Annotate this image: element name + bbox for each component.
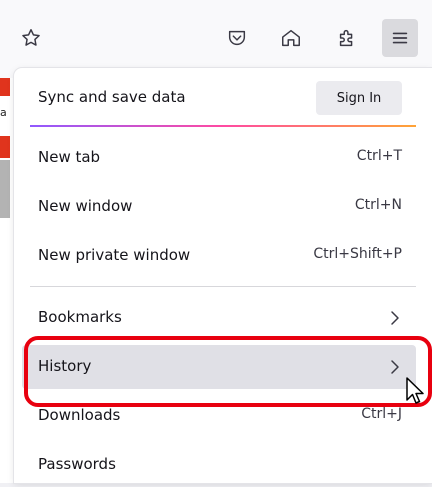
menu-item-label: Bookmarks	[38, 308, 122, 326]
extensions-button[interactable]	[329, 19, 365, 57]
hamburger-menu-icon	[392, 32, 408, 44]
menu-item-history[interactable]: History	[22, 345, 416, 389]
menu-item-downloads[interactable]: Downloads Ctrl+J	[22, 394, 416, 438]
sign-in-button[interactable]: Sign In	[316, 81, 402, 115]
chevron-right-icon	[391, 311, 399, 325]
sync-row: Sync and save data Sign In	[14, 68, 432, 126]
sync-label: Sync and save data	[38, 88, 186, 106]
bookmark-star-button[interactable]	[13, 19, 49, 57]
menu-item-label: New tab	[38, 148, 101, 166]
page-red-block	[0, 78, 10, 96]
menu-item-label: New private window	[38, 246, 191, 264]
menu-item-new-tab[interactable]: New tab Ctrl+T	[22, 136, 416, 180]
page-text-fragment: a	[0, 106, 7, 119]
menu-item-new-window[interactable]: New window Ctrl+N	[22, 185, 416, 229]
open-menu-button[interactable]	[382, 19, 418, 57]
menu-item-shortcut: Ctrl+Shift+P	[313, 246, 402, 262]
home-icon	[282, 29, 300, 47]
sync-divider	[30, 125, 416, 127]
star-icon	[22, 29, 40, 46]
menu-item-shortcut: Ctrl+N	[354, 197, 402, 213]
menu-item-label: Downloads	[38, 406, 121, 424]
menu-item-passwords[interactable]: Passwords	[22, 443, 416, 487]
menu-item-label: New window	[38, 197, 133, 215]
page-content-edge: a	[0, 78, 14, 483]
pocket-button[interactable]	[219, 19, 255, 57]
menu-item-shortcut: Ctrl+T	[356, 148, 402, 164]
pocket-icon	[228, 30, 246, 46]
menu-item-label: Passwords	[38, 455, 116, 473]
extensions-icon	[339, 29, 353, 47]
app-menu-panel: Sync and save data Sign In New tab Ctrl+…	[14, 68, 432, 483]
menu-item-bookmarks[interactable]: Bookmarks	[22, 296, 416, 340]
menu-separator	[30, 286, 416, 287]
page-red-block	[0, 136, 10, 158]
menu-item-shortcut: Ctrl+J	[361, 406, 402, 422]
navigation-toolbar	[0, 0, 432, 78]
chevron-right-icon	[391, 360, 399, 374]
mouse-pointer-icon	[406, 377, 424, 404]
menu-item-new-private-window[interactable]: New private window Ctrl+Shift+P	[22, 234, 416, 278]
menu-item-label: History	[38, 357, 92, 375]
home-button[interactable]	[273, 19, 309, 57]
page-gray-block	[0, 160, 10, 218]
